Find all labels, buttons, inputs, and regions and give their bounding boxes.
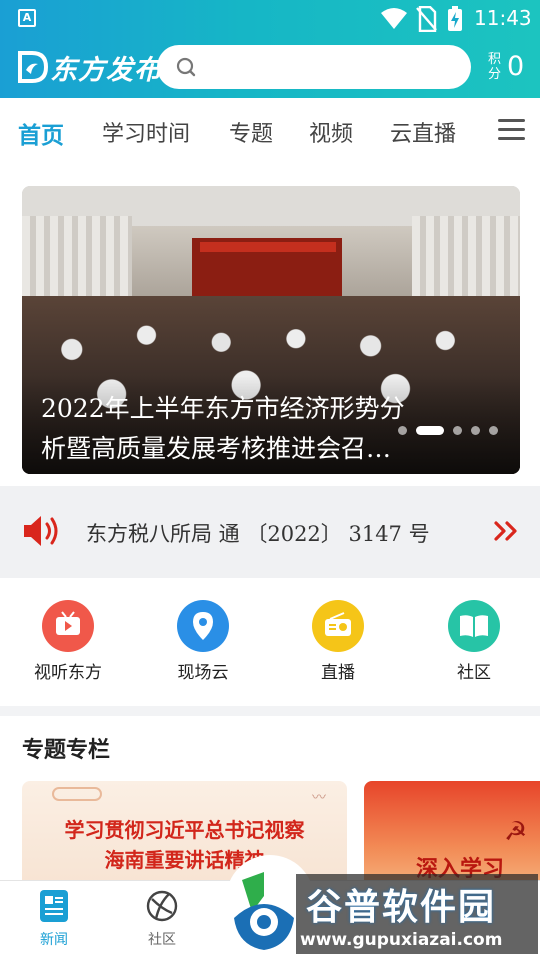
banner-section: 2022年上半年东方市经济形势分 析暨高质量发展考核推进会召… (0, 164, 540, 486)
emblem-icon: ☭ (504, 817, 528, 847)
watermark: 谷普软件园 www.gupuxiazai.com (230, 868, 540, 960)
cloud-decoration (52, 787, 102, 801)
logo-text: 东方发布 (50, 54, 162, 86)
banner-caption: 2022年上半年东方市经济形势分 析暨高质量发展考核推进会召… (41, 394, 405, 463)
app-logo: 东方发布 (16, 48, 162, 86)
no-sim-icon (416, 6, 437, 32)
points-value: 0 (507, 51, 525, 82)
notification-icon: A (18, 9, 36, 27)
quick-menu: 视听东方 现场云 直播 社区 (0, 578, 540, 706)
news-icon (40, 890, 68, 922)
carousel-dots (398, 425, 507, 435)
menu-icon[interactable] (498, 119, 525, 141)
banner-carousel[interactable]: 2022年上半年东方市经济形势分 析暨高质量发展考核推进会召… (22, 186, 520, 474)
status-bar: A 11:43 (0, 0, 540, 36)
points-label: 积分 (488, 52, 502, 82)
wifi-icon (381, 8, 407, 29)
tab-topics[interactable]: 专题 (229, 116, 273, 148)
carousel-dot[interactable] (489, 425, 498, 435)
quick-item-live-cloud[interactable]: 现场云 (153, 600, 253, 683)
section-title: 专题专栏 (22, 738, 111, 763)
header: A 11:43 东方发布 积分 0 (0, 0, 540, 98)
nav-community[interactable]: 社区 (122, 889, 202, 949)
double-chevron-right-icon[interactable] (494, 520, 520, 542)
watermark-logo-icon (234, 872, 294, 950)
carousel-dot-active[interactable] (416, 425, 444, 435)
points-badge[interactable]: 积分 0 (488, 50, 528, 86)
battery-charging-icon (448, 6, 462, 31)
carousel-dot[interactable] (453, 425, 462, 435)
tab-video[interactable]: 视频 (309, 116, 353, 148)
search-input[interactable] (157, 45, 471, 89)
radio-icon (312, 600, 364, 652)
app-bar: 东方发布 积分 0 (0, 36, 540, 98)
quick-item-live[interactable]: 直播 (288, 600, 388, 683)
search-icon (176, 57, 196, 77)
book-icon (448, 600, 500, 652)
speaker-icon (24, 516, 58, 546)
nav-news[interactable]: 新闻 (14, 889, 94, 949)
tv-icon (42, 600, 94, 652)
quick-item-audio-visual[interactable]: 视听东方 (18, 600, 118, 683)
status-time: 11:43 (474, 6, 532, 30)
quick-item-community[interactable]: 社区 (424, 600, 524, 683)
watermark-url: www.gupuxiazai.com (300, 930, 503, 950)
tab-home[interactable]: 首页 (18, 116, 64, 150)
watermark-title: 谷普软件园 (306, 887, 497, 928)
notice-text: 东方税八所局 通 〔2022〕 3147 号 (86, 522, 430, 546)
birds-decoration: 〰 (312, 790, 326, 806)
category-tabs: 首页 学习时间 专题 视频 云直播 (0, 98, 540, 164)
location-pin-icon (177, 600, 229, 652)
tab-live[interactable]: 云直播 (390, 116, 456, 148)
carousel-dot[interactable] (471, 425, 480, 435)
notice-bar[interactable]: 东方税八所局 通 〔2022〕 3147 号 (0, 486, 540, 578)
community-icon (146, 890, 178, 922)
logo-mark-icon (18, 51, 48, 83)
tab-study-time[interactable]: 学习时间 (102, 116, 190, 148)
carousel-dot[interactable] (398, 425, 407, 435)
